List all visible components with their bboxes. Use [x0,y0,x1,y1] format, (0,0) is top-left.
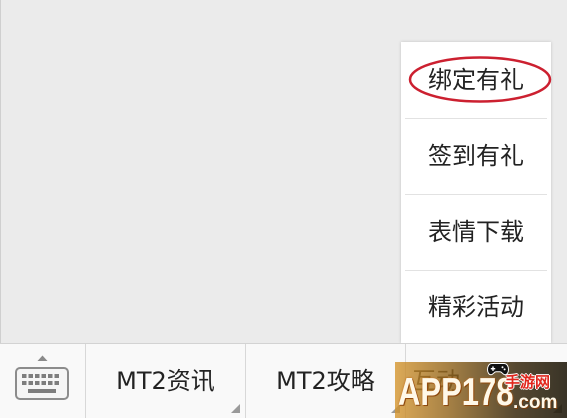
keyboard-icon [15,355,69,400]
menu-item-label: MT2资讯 [116,367,215,395]
submenu-item-label: 表情下载 [428,218,524,246]
submenu-item-bind-gift[interactable]: 绑定有礼 [401,42,552,118]
submenu-popup: 绑定有礼 签到有礼 表情下载 精彩活动 [401,42,552,343]
watermark-logo: APP178 手游网 .com [395,362,567,418]
submenu-indicator-icon [231,404,240,413]
menu-item-mt2-guide[interactable]: MT2攻略 [246,344,406,418]
submenu-item-checkin-gift[interactable]: 签到有礼 [401,118,551,194]
submenu-item-label: 精彩活动 [428,292,524,321]
submenu-item-sticker-download[interactable]: 表情下载 [401,194,551,270]
submenu-item-events[interactable]: 精彩活动 [401,270,551,343]
menu-item-label: MT2攻略 [276,367,375,395]
menu-item-mt2-news[interactable]: MT2资讯 [86,344,246,418]
keyboard-toggle-button[interactable] [0,344,86,418]
submenu-item-label: 签到有礼 [428,142,524,170]
watermark-brand: APP178 [398,369,514,414]
watermark-tagline: 手游网 [505,373,551,391]
watermark-suffix: .com [513,392,558,413]
submenu-item-label: 绑定有礼 [428,66,524,94]
